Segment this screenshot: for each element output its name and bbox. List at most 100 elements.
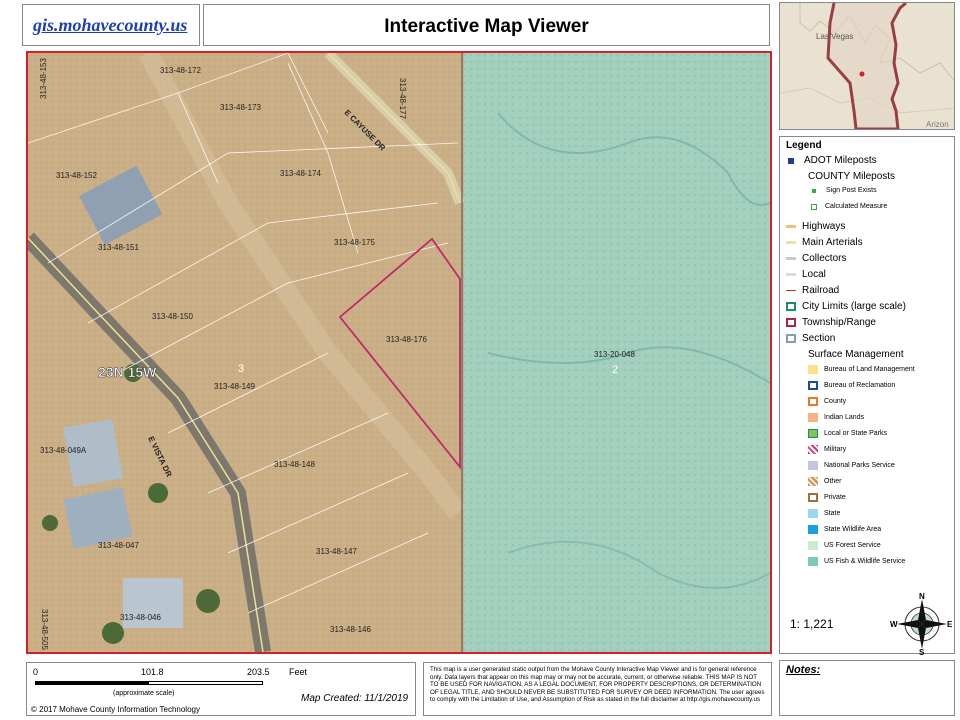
- legend-item: County: [808, 397, 846, 406]
- legend-swatch: [808, 541, 818, 550]
- legend-item: Calculated Measure: [808, 203, 887, 210]
- scale-tick-0: 0: [33, 667, 39, 677]
- legend-label: US Fish & Wildlife Service: [824, 558, 906, 565]
- legend-swatch: [786, 273, 796, 276]
- legend-item: State: [808, 509, 840, 518]
- legend-label: Calculated Measure: [825, 203, 888, 210]
- legend-label: Indian Lands: [824, 414, 865, 421]
- legend-swatch: [808, 509, 818, 518]
- parcel-label: 313-48-153: [39, 58, 48, 99]
- legend-swatch: [808, 557, 818, 566]
- legend-swatch: [808, 445, 818, 454]
- map-canvas[interactable]: 313-48-172 313-48-173 313-48-177 313-48-153…: [26, 51, 772, 654]
- scale-tick-1: 101.8: [141, 667, 164, 677]
- legend-item: State Wildlife Area: [808, 525, 881, 534]
- legend-label: Surface Management: [808, 349, 904, 360]
- legend-swatch: [808, 365, 818, 374]
- legend-swatch: [786, 290, 796, 291]
- legend-item: US Fish & Wildlife Service: [808, 557, 905, 566]
- legend-item: Railroad: [786, 285, 839, 296]
- legend-item: Sign Post Exists: [808, 187, 877, 194]
- legend-label: County: [824, 398, 847, 405]
- parcel-label: 313-48-047: [98, 541, 139, 550]
- parcel-label: 313-48-150: [152, 312, 193, 321]
- parcel-label: 313-48-149: [214, 382, 255, 391]
- parcel-label: 313-20-048: [594, 350, 635, 359]
- page-title: Interactive Map Viewer: [384, 16, 589, 37]
- legend-item: Bureau of Reclamation: [808, 381, 895, 390]
- legend-swatch: [788, 157, 794, 164]
- legend-swatch: [786, 334, 796, 343]
- scale-tick-2: 203.5: [247, 667, 270, 677]
- legend-swatch: [808, 525, 818, 534]
- legend-item: Highways: [786, 221, 845, 232]
- scale-ratio: 1: 1,221: [790, 617, 834, 631]
- legend-label: Railroad: [802, 285, 840, 296]
- legend-label: ADOT Mileposts: [804, 155, 877, 166]
- compass-n: N: [919, 593, 925, 601]
- legend-title: Legend: [786, 140, 822, 151]
- parcel-label: 313-48-176: [386, 335, 427, 344]
- parcel-label: 313-48-505: [40, 609, 49, 650]
- parcel-label: 313-48-049A: [40, 446, 87, 455]
- site-link-box: gis.mohavecounty.us: [22, 4, 200, 46]
- inset-map-svg: Las Vegas Arizon: [780, 3, 954, 129]
- parcel-label: 313-48-151: [98, 243, 139, 252]
- parcel-label: 313-48-146: [330, 625, 371, 634]
- legend-label: US Forest Service: [824, 542, 881, 549]
- legend-swatch: [808, 413, 818, 422]
- parcel-label: 313-48-152: [56, 171, 97, 180]
- disclaimer-text: This map is a user generated static outp…: [430, 666, 765, 704]
- scale-bar: [35, 681, 263, 685]
- parcel-label: 313-48-148: [274, 460, 315, 469]
- parcel-label: 313-48-172: [160, 66, 201, 75]
- legend-item: Main Arterials: [786, 237, 863, 248]
- legend-swatch: [808, 381, 818, 390]
- legend-label: Section: [802, 333, 836, 344]
- section-label-3: 3: [238, 363, 244, 375]
- legend-label: City Limits (large scale): [802, 301, 906, 312]
- legend-item: Private: [808, 493, 846, 502]
- legend-item: COUNTY Mileposts: [808, 171, 895, 182]
- legend-item: US Forest Service: [808, 541, 881, 550]
- legend-item: Collectors: [786, 253, 846, 264]
- map-svg[interactable]: 313-48-172 313-48-173 313-48-177 313-48-153…: [28, 53, 770, 652]
- legend-item: Township/Range: [786, 317, 876, 328]
- section-label-2: 2: [612, 364, 618, 376]
- legend-swatch: [808, 397, 818, 406]
- north-arrow-compass: N S E W: [890, 593, 953, 655]
- legend-label: Main Arterials: [802, 237, 863, 248]
- compass-s: S: [919, 648, 925, 655]
- parcel-label: 313-48-173: [220, 103, 261, 112]
- legend-item: National Parks Service: [808, 461, 895, 470]
- legend-swatch: [786, 241, 796, 244]
- legend-label: Military: [824, 446, 847, 453]
- scale-panel: 0 101.8 203.5 Feet (approximate scale) M…: [26, 662, 416, 716]
- legend-label: Local or State Parks: [824, 430, 888, 437]
- legend-item: Other: [808, 477, 842, 486]
- site-link[interactable]: gis.mohavecounty.us: [33, 15, 187, 36]
- legend-swatch: [786, 302, 796, 311]
- legend-swatch: [808, 461, 818, 470]
- township-label: 23N 15W: [98, 364, 157, 380]
- compass-e: E: [947, 620, 953, 629]
- scale-approx: (approximate scale): [113, 690, 175, 697]
- notes-panel: Notes:: [779, 660, 955, 716]
- legend-item: Military: [808, 445, 846, 454]
- legend-swatch: [786, 257, 796, 260]
- notes-label: Notes:: [786, 664, 821, 676]
- legend-item: Section: [786, 333, 835, 344]
- parcel-label: 313-48-046: [120, 613, 161, 622]
- legend-swatch: [808, 477, 818, 486]
- legend-label: Collectors: [802, 253, 847, 264]
- legend-swatch: [811, 203, 817, 210]
- legend-item: ADOT Mileposts: [786, 155, 877, 166]
- legend-label: Bureau of Land Management: [824, 366, 915, 373]
- inset-locator-map: Las Vegas Arizon: [779, 2, 955, 130]
- parcel-label: 313-48-147: [316, 547, 357, 556]
- parcel-label: 313-48-174: [280, 169, 321, 178]
- legend-label: Private: [824, 494, 846, 501]
- legend-label: State Wildlife Area: [824, 526, 882, 533]
- scale-unit: Feet: [289, 667, 308, 677]
- legend-swatch: [808, 493, 818, 502]
